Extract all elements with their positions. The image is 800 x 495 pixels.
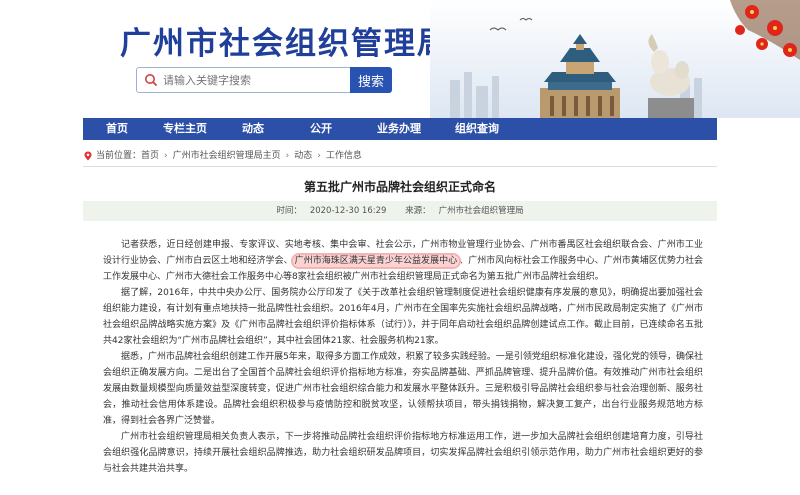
breadcrumb-separator: ›	[285, 151, 290, 161]
nav-item-news[interactable]: 动态	[219, 118, 287, 140]
paragraph: 广州市社会组织管理局相关负责人表示，下一步将推动品牌社会组织评价指标地方标准运用…	[103, 432, 703, 474]
publish-time: 2020-12-30 16:29	[309, 206, 387, 216]
article-meta: 时间： 2020-12-30 16:29 来源： 广州市社会组织管理局	[83, 201, 717, 221]
article-source: 广州市社会组织管理局	[438, 206, 524, 216]
paragraph: 据悉，广州市品牌社会组织创建工作开展5年来，取得多方面工作成效，积累了较多实践经…	[103, 352, 703, 426]
main-nav: 首页 专栏主页 动态 公开 业务办理 组织查询	[83, 118, 717, 140]
highlighted-org-name: 广州市海珠区满天星青少年公益发展中心	[290, 253, 462, 269]
search-box	[136, 67, 352, 93]
nav-item-columns[interactable]: 专栏主页	[151, 118, 219, 140]
breadcrumb-news[interactable]: 动态	[294, 147, 312, 165]
article-title: 第五批广州市品牌社会组织正式命名	[303, 180, 496, 194]
time-label: 时间：	[276, 206, 302, 216]
nav-item-services[interactable]: 业务办理	[355, 118, 443, 140]
breadcrumb: 当前位置： 首页 › 广州市社会组织管理局主页 › 动态 › 工作信息	[83, 147, 717, 165]
banner-illustration	[430, 0, 800, 118]
breadcrumb-home[interactable]: 首页	[141, 147, 159, 165]
search-input[interactable]	[163, 68, 349, 92]
paragraph: 据了解，2016年，中共中央办公厅、国务院办公厅印发了《关于改革社会组织管理制度…	[103, 288, 703, 346]
site-title[interactable]: 广州市社会组织管理局	[120, 18, 450, 63]
nav-item-public[interactable]: 公开	[287, 118, 355, 140]
breadcrumb-separator: ›	[317, 151, 321, 161]
breadcrumb-prefix: 当前位置：	[96, 151, 142, 161]
search-icon	[145, 74, 158, 87]
breadcrumb-separator: ›	[164, 151, 168, 161]
breadcrumb-work-info[interactable]: 工作信息	[326, 147, 362, 165]
nav-item-home[interactable]: 首页	[83, 118, 151, 140]
search-button[interactable]: 搜索	[350, 67, 392, 93]
paragraph: 记者获悉，近日经创建申报、专家评议、实地考核、集中会审、社会公示，广州市物业管理…	[103, 240, 703, 282]
nav-item-org-search[interactable]: 组织查询	[443, 118, 511, 140]
breadcrumb-bureau-home[interactable]: 广州市社会组织管理局主页	[173, 147, 281, 165]
article-body: 记者获悉，近日经创建申报、专家评议、实地考核、集中会审、社会公示，广州市物业管理…	[103, 237, 703, 477]
site-header: 广州市社会组织管理局 搜索	[0, 0, 800, 118]
location-pin-icon	[84, 151, 92, 161]
article: 第五批广州市品牌社会组织正式命名 时间： 2020-12-30 16:29 来源：…	[83, 166, 717, 495]
source-label: 来源：	[405, 206, 431, 216]
